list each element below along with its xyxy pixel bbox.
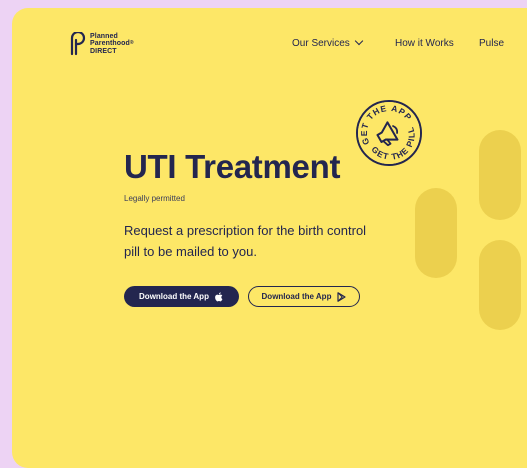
nav-our-services[interactable]: Our Services [292, 36, 364, 49]
chevron-down-icon [354, 36, 364, 46]
brand-name-line2: Parenthood® [90, 40, 134, 48]
nav-how-it-works[interactable]: How it Works [395, 38, 454, 49]
download-app-store-label: Download the App [139, 292, 209, 301]
planned-parenthood-logo-icon [70, 32, 86, 56]
brand-logo[interactable]: Planned Parenthood® DIRECT [69, 32, 134, 56]
nav-our-services-label: Our Services [292, 38, 350, 49]
brand-name-line3: DIRECT [90, 47, 117, 55]
apple-icon [215, 291, 223, 301]
page-title: UTI Treatment [124, 148, 341, 185]
download-google-play-label: Download the App [261, 292, 332, 301]
decorative-pill-shape [479, 130, 521, 220]
brand-wordmark: Planned Parenthood® DIRECT [90, 33, 134, 56]
play-store-icon [337, 291, 347, 302]
get-the-app-badge[interactable]: GET THE APP GET THE PILL [354, 98, 424, 168]
nav-pulse[interactable]: Pulse [479, 38, 504, 49]
download-app-store-button[interactable]: Download the App [124, 286, 239, 307]
hero-card: Planned Parenthood® DIRECT Our Services … [12, 8, 527, 468]
decorative-pill-shape [479, 240, 521, 330]
download-google-play-button[interactable]: Download the App [248, 286, 360, 307]
legal-note: Legally permitted [124, 194, 185, 203]
decorative-pill-shape [415, 188, 457, 278]
hero-description: Request a prescription for the birth con… [124, 223, 367, 259]
